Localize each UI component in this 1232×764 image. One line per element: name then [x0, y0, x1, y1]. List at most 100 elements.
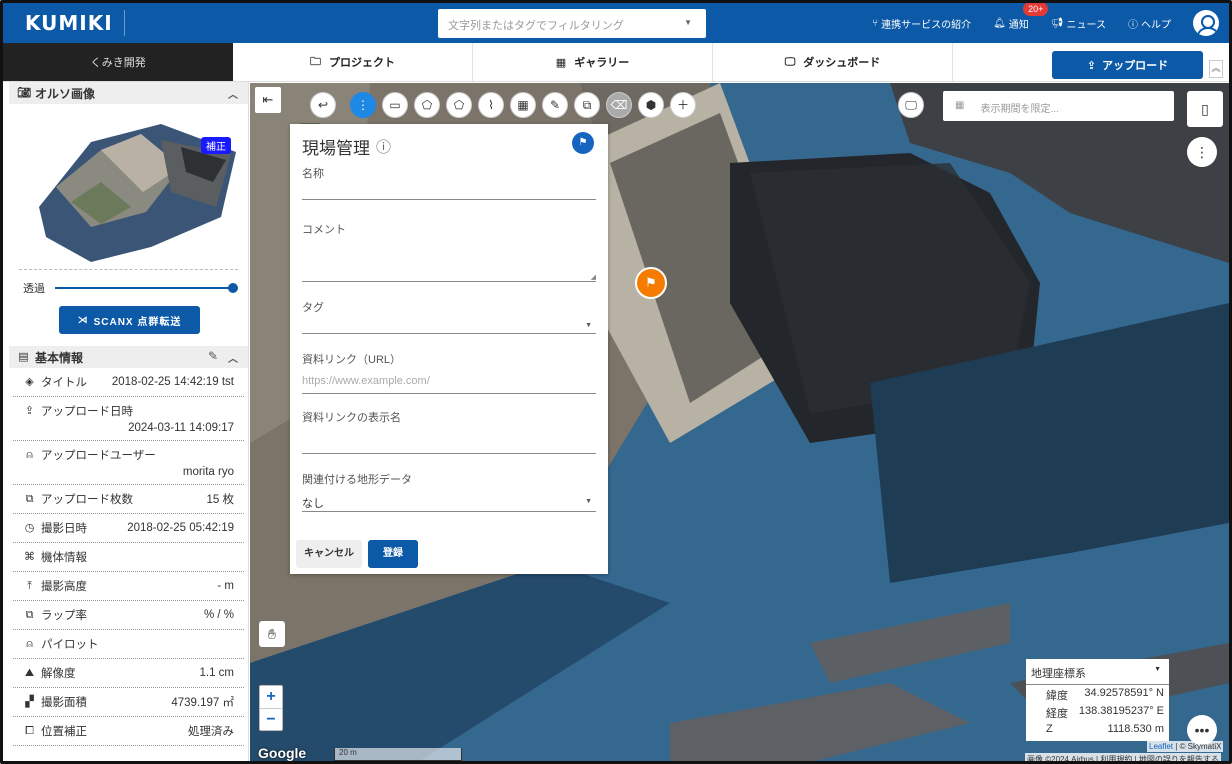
site-management-form: 現場管理 ⓘ ⚑ 名称 コメント ◢ タグ ▼ 資料リンク（URL） https… [290, 124, 608, 574]
zoom-in-button[interactable]: + [260, 686, 282, 708]
tab-dashboard-label: ダッシュボード [803, 57, 881, 69]
top-bar: KUMIKI 文字列またはタグでフィルタリング ▼ ⑂ 連携サービスの紹介 🔔︎… [3, 3, 1229, 43]
report-link[interactable]: 地図の誤りを報告する [1139, 755, 1219, 761]
info-value: % / % [203, 609, 234, 621]
submit-button[interactable]: 登録 [368, 540, 418, 568]
terrain-underline [302, 511, 596, 512]
ruler-icon[interactable]: ▭ [382, 92, 408, 118]
tag-select[interactable] [302, 315, 596, 333]
terrain-label: 関連付ける地形データ [302, 474, 412, 486]
app-logo[interactable]: KUMIKI [25, 10, 125, 36]
pan-tool-button[interactable]: ✋︎ [259, 621, 285, 647]
comment-textarea[interactable] [302, 237, 596, 281]
comment-field[interactable]: コメント ◢ [302, 221, 596, 283]
drawing-toolbar: ↩ ⋮ ▭ ⬠ ⬠ ⌇ ▦ ✎ ⧉ ⌫ ⬢ ＋ 🖵 [310, 92, 924, 118]
help-button[interactable]: ⓘ ヘルプ [1128, 16, 1171, 31]
chevron-up-icon[interactable]: ︿ [228, 86, 238, 101]
top-nav: ⑂ 連携サービスの紹介 🔔︎ 通知 20+ 📢︎ ニュース ⓘ ヘルプ [872, 3, 1219, 43]
upload-button[interactable]: ⇪ アップロード [1052, 51, 1203, 79]
notifications-label: 通知 [1008, 19, 1029, 31]
collapse-sidebar-button[interactable]: ⇤ [255, 87, 281, 113]
monitor-icon[interactable]: 🖵 [898, 92, 924, 118]
current-project-name[interactable]: くみき開発 [3, 43, 233, 81]
person-icon: ⍝ [26, 448, 33, 461]
cube-icon[interactable]: ⬢ [638, 92, 664, 118]
map-layers-button[interactable]: ▯ [1187, 91, 1223, 127]
flag-icon: ⚑ [578, 137, 588, 148]
terrain-select[interactable]: なし [302, 495, 596, 511]
latitude-label: 緯度 [1046, 690, 1068, 702]
info-row-upload-count: ⧉ アップロード枚数 15 枚 [13, 485, 244, 514]
map-menu-button[interactable]: ⋮ [1187, 137, 1217, 167]
z-row: Z 1118.530 m [1026, 721, 1169, 735]
eraser-icon[interactable]: ⌫ [606, 92, 632, 118]
tab-gallery-label: ギャラリー [574, 57, 630, 69]
tab-gallery[interactable]: ▦ ギャラリー [473, 43, 713, 81]
info-label: 位置補正 [41, 726, 87, 738]
terms-link[interactable]: 利用規約 [1100, 755, 1132, 761]
more-vertical-icon[interactable]: ⋮ [350, 92, 376, 118]
link-url-field[interactable]: 資料リンク（URL） https://www.example.com/ [302, 351, 596, 394]
tab-project[interactable]: 🗀 プロジェクト [233, 43, 473, 81]
tab-dashboard[interactable]: 🖵 ダッシュボード [713, 43, 953, 81]
pentagon-icon[interactable]: ⬠ [446, 92, 472, 118]
link-display-input[interactable] [302, 425, 596, 453]
chevron-up-icon[interactable]: ︿ [228, 350, 238, 365]
cancel-button[interactable]: キャンセル [296, 540, 362, 568]
pencil-icon[interactable]: ✎ [208, 349, 218, 363]
info-value: 2018-02-25 05:42:19 [127, 522, 234, 534]
edit-note-icon[interactable]: ✎ [542, 92, 568, 118]
period-filter-input[interactable]: ▦ 表示期間を限定... [943, 91, 1174, 121]
imagery-attribution: 画像 ©2024 Airbus | 利用規約 | 地図の誤りを報告する [1025, 753, 1221, 764]
link-url-input[interactable]: https://www.example.com/ [302, 375, 596, 389]
info-value: morita ryo [182, 466, 234, 478]
scanx-transfer-button[interactable]: ⋊ SCANX 点群転送 [59, 306, 200, 334]
link-display-field[interactable]: 資料リンクの表示名 [302, 409, 596, 455]
monitor-icon: 🖵 [784, 55, 796, 68]
z-value: 1118.530 m [1107, 723, 1164, 735]
google-logo: Google [258, 745, 307, 761]
copy-icon[interactable]: ⧉ [574, 92, 600, 118]
undo-icon[interactable]: ↩ [310, 92, 336, 118]
ortho-preview[interactable]: 補正 [9, 104, 248, 269]
news-label: ニュース [1066, 19, 1107, 31]
collapse-header-button[interactable]: ︽ [1209, 60, 1223, 78]
user-avatar[interactable] [1193, 10, 1219, 36]
terrain-field[interactable]: 関連付ける地形データ なし ▼ [302, 471, 596, 512]
info-value: 4739.197 ㎡ [171, 697, 234, 709]
info-label: アップロード枚数 [41, 494, 133, 506]
services-link[interactable]: ⑂ 連携サービスの紹介 [872, 16, 971, 31]
chevron-down-icon: ▼ [684, 18, 692, 27]
tag-field[interactable]: タグ ▼ [302, 299, 596, 335]
line-chart-icon[interactable]: ⌇ [478, 92, 504, 118]
tag-filter-input[interactable]: 文字列またはタグでフィルタリング ▼ [438, 9, 706, 38]
camera-icon: 📷︎ [17, 86, 31, 99]
folder-icon: 🗀 [310, 55, 321, 68]
leaflet-link[interactable]: Leaflet [1149, 742, 1173, 751]
ortho-section-header[interactable]: 📷︎ オルソ画像 ︿ [9, 82, 248, 104]
coordinate-system-select[interactable]: 地理座標系 ▼ [1026, 659, 1169, 685]
plus-icon[interactable]: ＋ [670, 92, 696, 118]
basic-info-header[interactable]: ▤ 基本情報 ✎ ︿ [9, 346, 248, 368]
info-row-upload-user: ⍝ アップロードユーザー morita ryo [13, 441, 244, 485]
name-field[interactable]: 名称 [302, 165, 596, 203]
site-flag-marker[interactable]: ⚑ [635, 267, 667, 299]
help-icon: ⓘ [1128, 19, 1138, 31]
z-label: Z [1046, 723, 1053, 735]
zoom-out-button[interactable]: − [260, 708, 282, 730]
info-label: 解像度 [41, 668, 76, 680]
polygon-area-icon[interactable]: ⬠ [414, 92, 440, 118]
images-icon: ⧉ [25, 492, 34, 505]
clock-icon: ◷ [24, 521, 35, 534]
name-input[interactable] [302, 181, 596, 199]
notifications-button[interactable]: 🔔︎ 通知 20+ [993, 3, 1049, 31]
flag-button[interactable]: ⚑ [572, 132, 594, 154]
news-button[interactable]: 📢︎ ニュース [1051, 16, 1106, 31]
info-row-title: ◈ タイトル 2018-02-25 14:42:19 tst [13, 368, 244, 397]
opacity-slider[interactable] [55, 283, 238, 293]
help-circle-icon[interactable]: ⓘ [376, 136, 391, 157]
opacity-slider-handle[interactable] [228, 283, 238, 293]
resize-handle-icon[interactable]: ◢ [591, 273, 596, 281]
grid-table-icon[interactable]: ▦ [510, 92, 536, 118]
search-placeholder: 文字列またはタグでフィルタリング [448, 20, 624, 32]
